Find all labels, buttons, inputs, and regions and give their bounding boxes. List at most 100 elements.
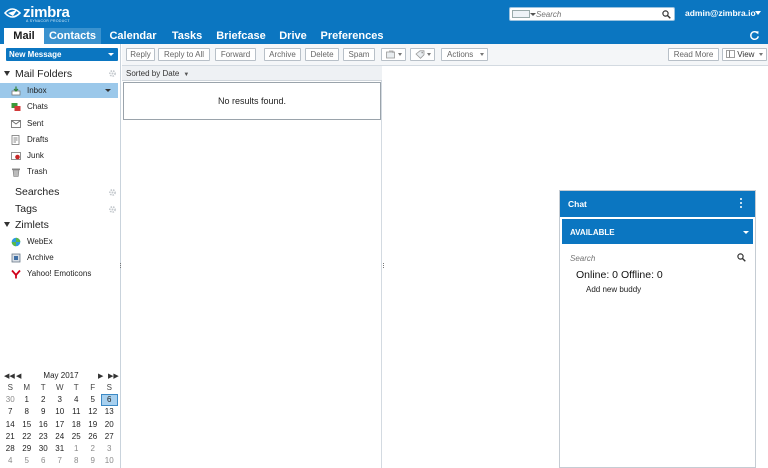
mail-folders-header[interactable]: Mail Folders	[4, 68, 72, 80]
calendar-day[interactable]: 2	[35, 394, 52, 406]
user-menu[interactable]: admin@zimbra.io	[685, 8, 756, 18]
calendar-day[interactable]: 22	[19, 431, 36, 443]
zimlet-webex[interactable]: WebEx	[0, 234, 118, 249]
folder-trash[interactable]: Trash	[0, 164, 118, 179]
calendar-day[interactable]: 12	[85, 406, 102, 418]
calendar-day[interactable]: 4	[2, 455, 19, 467]
calendar-day[interactable]: 3	[52, 394, 69, 406]
searches-gear-icon[interactable]	[108, 188, 117, 197]
calendar-day[interactable]: 19	[85, 419, 102, 431]
calendar-day[interactable]: 8	[19, 406, 36, 418]
calendar-day[interactable]: 28	[2, 443, 19, 455]
calendar-day[interactable]: 2	[85, 443, 102, 455]
chat-search-icon[interactable]	[737, 253, 746, 262]
folder-sent[interactable]: Sent	[0, 116, 118, 131]
calendar-day[interactable]: 23	[35, 431, 52, 443]
calendar-day[interactable]: 31	[52, 443, 69, 455]
calendar-day[interactable]: 21	[2, 431, 19, 443]
calendar-day[interactable]: 29	[19, 443, 36, 455]
calendar-day[interactable]: 8	[68, 455, 85, 467]
tag-button[interactable]	[410, 48, 435, 61]
zimlets-header[interactable]: Zimlets	[4, 219, 49, 231]
reply-all-button[interactable]: Reply to All	[158, 48, 210, 61]
tab-preferences[interactable]: Preferences	[316, 28, 388, 44]
calendar-day[interactable]: 6	[35, 455, 52, 467]
calendar-day[interactable]: 13	[101, 406, 118, 418]
calendar-day[interactable]: 1	[19, 394, 36, 406]
calendar-day[interactable]: 7	[2, 406, 19, 418]
zimbra-logo[interactable]: zimbra A SYNACOR PRODUCT	[4, 4, 70, 23]
chat-header[interactable]: Chat	[560, 191, 755, 217]
view-button[interactable]: View	[722, 48, 767, 61]
chat-status-selector[interactable]: AVAILABLE	[561, 218, 754, 245]
chat-menu-icon[interactable]	[740, 198, 743, 210]
folder-label: Sent	[27, 119, 44, 128]
calendar-day[interactable]: 11	[68, 406, 85, 418]
searches-header[interactable]: Searches	[15, 186, 59, 198]
collapse-triangle-icon[interactable]	[4, 71, 10, 76]
chat-search-input[interactable]	[570, 253, 730, 264]
read-more-button[interactable]: Read More	[668, 48, 719, 61]
move-button[interactable]	[381, 48, 406, 61]
new-message-caret-icon[interactable]	[108, 53, 114, 56]
calendar-day[interactable]: 4	[68, 394, 85, 406]
calendar-day[interactable]: 16	[35, 419, 52, 431]
calendar-day[interactable]: 26	[85, 431, 102, 443]
user-menu-caret-icon[interactable]	[755, 11, 761, 15]
search-input[interactable]	[536, 9, 661, 19]
calendar-day[interactable]: 25	[68, 431, 85, 443]
calendar-day[interactable]: 24	[52, 431, 69, 443]
add-buddy-link[interactable]: Add new buddy	[586, 285, 641, 294]
calendar-day[interactable]: 9	[85, 455, 102, 467]
zimlet-archive[interactable]: Archive	[0, 250, 118, 265]
calendar-day[interactable]: 5	[85, 394, 102, 406]
folder-inbox[interactable]: Inbox	[0, 83, 118, 98]
tab-calendar[interactable]: Calendar	[104, 28, 162, 44]
next-year-icon[interactable]: ▶▶	[108, 372, 119, 380]
calendar-day[interactable]: 14	[2, 419, 19, 431]
zimlet-yahoo-emoticons[interactable]: Yahoo! Emoticons	[0, 266, 118, 281]
calendar-day[interactable]: 20	[101, 419, 118, 431]
calendar-day[interactable]: 30	[35, 443, 52, 455]
archive-button[interactable]: Archive	[264, 48, 301, 61]
search-scope-dropdown[interactable]	[512, 10, 536, 18]
calendar-day[interactable]: 27	[101, 431, 118, 443]
mail-folders-gear-icon[interactable]	[108, 69, 117, 78]
tags-header[interactable]: Tags	[15, 203, 37, 215]
folder-drafts[interactable]: Drafts	[0, 132, 118, 147]
list-pane-splitter[interactable]	[382, 262, 385, 269]
calendar-day[interactable]: 1	[68, 443, 85, 455]
calendar-day[interactable]: 30	[2, 394, 19, 406]
calendar-day[interactable]: 9	[35, 406, 52, 418]
tags-gear-icon[interactable]	[108, 205, 117, 214]
calendar-day[interactable]: 7	[52, 455, 69, 467]
search-icon[interactable]	[662, 10, 671, 19]
refresh-icon[interactable]	[749, 30, 760, 41]
collapse-triangle-icon[interactable]	[4, 222, 10, 227]
calendar-day[interactable]: 10	[101, 455, 118, 467]
folder-junk[interactable]: Junk	[0, 148, 118, 163]
sort-header[interactable]: Sorted by Date ▼	[122, 66, 382, 81]
sort-arrow-icon[interactable]: ▼	[183, 68, 189, 83]
tab-briefcase[interactable]: Briefcase	[212, 28, 270, 44]
calendar-day[interactable]: 3	[101, 443, 118, 455]
forward-button[interactable]: Forward	[215, 48, 256, 61]
tab-mail[interactable]: Mail	[4, 28, 44, 44]
folder-chats[interactable]: Chats	[0, 99, 118, 114]
tab-drive[interactable]: Drive	[274, 28, 312, 44]
calendar-day[interactable]: 10	[52, 406, 69, 418]
calendar-day[interactable]: 15	[19, 419, 36, 431]
new-message-button[interactable]: New Message	[6, 48, 118, 61]
actions-button[interactable]: Actions	[441, 48, 488, 61]
calendar-day-today[interactable]: 6	[101, 394, 118, 407]
delete-button[interactable]: Delete	[305, 48, 339, 61]
tab-tasks[interactable]: Tasks	[164, 28, 210, 44]
next-month-icon[interactable]: ▶	[98, 372, 103, 380]
calendar-day[interactable]: 17	[52, 419, 69, 431]
tab-contacts[interactable]: Contacts	[44, 28, 101, 44]
spam-button[interactable]: Spam	[343, 48, 375, 61]
reply-button[interactable]: Reply	[126, 48, 155, 61]
calendar-day[interactable]: 18	[68, 419, 85, 431]
inbox-dropdown-icon[interactable]	[105, 89, 111, 92]
calendar-day[interactable]: 5	[19, 455, 36, 467]
